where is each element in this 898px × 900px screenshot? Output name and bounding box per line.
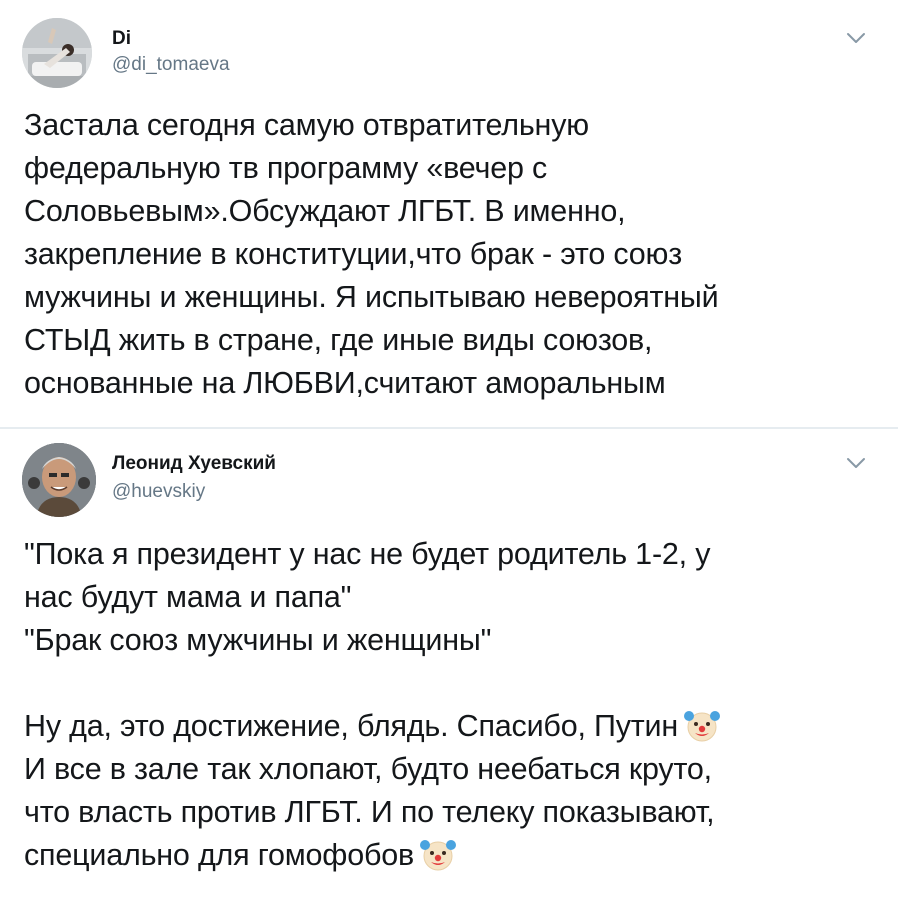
tweet-line: основанные на ЛЮБВИ,считают аморальным <box>24 366 666 400</box>
avatar-image-icon <box>22 443 96 517</box>
tweet-line: "Пока я президент у нас не будет родител… <box>24 537 711 571</box>
author-handle[interactable]: @huevskiy <box>112 481 205 503</box>
tweet-line: Застала сегодня самую отвратительную <box>24 108 589 142</box>
tweet-line: специально для гомофобов <box>24 834 874 877</box>
avatar-image-icon <box>22 18 92 88</box>
chevron-down-icon[interactable] <box>844 30 868 46</box>
author-name[interactable]: Di <box>112 28 131 50</box>
tweet-text: Застала сегодня самую отвратительную фед… <box>24 104 874 405</box>
tweet-line: закрепление в конституции,что брак - это… <box>24 237 682 271</box>
tweet-line: Соловьевым».Обсуждают ЛГБТ. В именно, <box>24 194 626 228</box>
tweet-line: СТЫД жить в стране, где иные виды союзов… <box>24 323 653 357</box>
clown-face-emoji-icon <box>684 711 721 742</box>
author-handle[interactable]: @di_tomaeva <box>112 54 230 76</box>
tweet-text: "Пока я президент у нас не будет родител… <box>24 533 874 877</box>
tweet-line: федеральную тв программу «вечер с <box>24 151 548 185</box>
chevron-down-icon[interactable] <box>844 455 868 471</box>
tweet-line: мужчины и женщины. Я испытываю невероятн… <box>24 280 719 314</box>
tweet-line: "Брак союз мужчины и женщины" <box>24 623 492 657</box>
clown-face-emoji-icon <box>420 840 456 871</box>
tweet-line-text: специально для гомофобов <box>24 838 414 872</box>
tweet-line-text: Ну да, это достижение, блядь. Спасибо, П… <box>24 709 679 743</box>
tweet-2[interactable]: Леонид Хуевский @huevskiy "Пока я презид… <box>0 428 898 900</box>
avatar[interactable] <box>22 443 96 517</box>
tweet-line: И все в зале так хлопают, будто неебатьс… <box>24 752 712 786</box>
tweet-line: нас будут мама и папа" <box>24 580 352 614</box>
tweet-line: что власть против ЛГБТ. И по телеку пока… <box>24 795 715 829</box>
avatar[interactable] <box>22 18 92 88</box>
tweet-1[interactable]: Di @di_tomaeva Застала сегодня самую отв… <box>0 0 898 428</box>
author-name[interactable]: Леонид Хуевский <box>112 453 276 475</box>
tweet-line: Ну да, это достижение, блядь. Спасибо, П… <box>24 705 874 748</box>
